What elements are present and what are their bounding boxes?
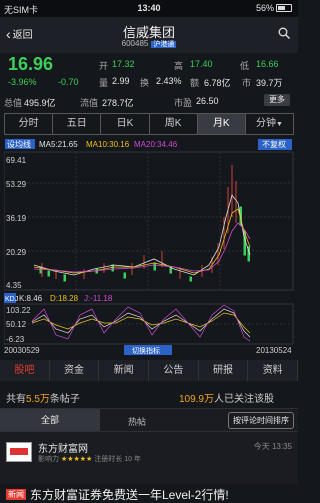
tab-research[interactable]: 研报 [199,360,249,381]
tab-weekly-k[interactable]: 周K [150,114,198,134]
pe-label: 市盈 [174,98,193,108]
post-author[interactable]: 东方财富网 [38,440,88,455]
ma5-label: MA5:21.65 [39,140,78,149]
j-value: J:-11.18 [84,294,113,303]
amount-label: 额 [190,78,200,88]
post-filter-bar: 全部 热帖 按评论时间排序 [0,408,298,432]
tab-monthly-k[interactable]: 月K [197,114,246,134]
attention-suffix: 人已关注该股 [214,394,274,405]
tab-minute[interactable]: 分钟▼ [246,114,293,134]
post-count-suffix: 条帖子 [49,394,80,405]
open-value: 17.32 [112,59,135,69]
y-tick-max: 69.41 [6,156,27,165]
post-count: 共有5.5万条帖子 [6,390,80,405]
avatar [6,442,32,462]
market-tag: 沪港通 [151,41,177,48]
battery-text: 56% [255,3,274,13]
clock: 13:40 [137,3,161,13]
ma20-label: MA20:34.46 [134,140,178,149]
post-count-value: 5.5万 [26,394,50,405]
tab-announcements[interactable]: 公告 [149,360,199,381]
news-badge: 新闻 [6,489,26,500]
pe-value: 26.50 [196,96,219,106]
filter-all[interactable]: 全部 [0,409,100,431]
total-cap-value: 495.9亿 [24,98,56,108]
set-ma-label: 设均线 [7,139,31,149]
date-end: 20130524 [256,346,292,355]
tab-news[interactable]: 新闻 [99,360,150,381]
kline-chart[interactable]: 设均线 MA5:21.65 MA10:30.16 MA20:34.46 不复权 … [4,137,294,355]
open-label: 开 [99,61,109,71]
attention-value: 109.9万 [178,394,214,405]
mkt-value: 39.7万 [256,78,283,88]
tab-intraday[interactable]: 分时 [5,114,54,134]
post-title[interactable]: 新闻 东方财富证券免费送一年Level-2行情! [6,486,229,503]
current-price: 16.96 [8,54,54,74]
date-start: 20030529 [4,346,40,355]
nav-bar: ‹ 返回 信威集团 600485 沪港通 [0,17,298,53]
turnover-value: 2.43% [156,76,182,86]
volratio-value: 2.99 [112,76,130,86]
high-value: 17.40 [190,59,213,69]
turnover-label: 换 [140,78,150,88]
status-bar: 无SIM卡 13:40 56% [0,0,298,17]
filter-hot[interactable]: 热帖 [128,415,146,428]
battery-icon [276,4,292,12]
search-icon[interactable] [278,27,290,39]
float-cap-label: 流值 [80,98,99,108]
ma10-label: MA10:30.16 [86,140,130,149]
attention-count: 109.9万人已关注该股 [179,390,274,405]
stock-code-row: 600485 沪港通 [0,39,298,49]
period-tabs: 分时 五日 日K 周K 月K 分钟▼ [4,113,294,135]
low-value: 16.66 [256,59,279,69]
volratio-label: 量 [99,78,109,88]
post-meta: 影响力 ★★★★★ 注册时长 10 年 [38,454,141,464]
low-label: 低 [240,61,250,71]
star-rating: ★★★★★ [60,456,93,463]
high-label: 高 [174,61,184,71]
k-value: K:8.46 [19,294,43,303]
change-pct: -3.96% [8,77,37,87]
grade-label: 影响力 [38,456,59,463]
kdj-label: KDJ [5,296,18,303]
post-count-prefix: 共有 [6,394,26,405]
tab-guba[interactable]: 股吧 [0,360,50,381]
total-cap-label: 总值 [4,98,23,108]
tab-daily-k[interactable]: 日K [101,114,150,134]
y-tick-3: 20.29 [6,248,27,257]
change-value: -0.70 [58,77,79,87]
register-age: 注册时长 10 年 [94,456,141,463]
y-tick-2: 36.19 [6,214,27,223]
y-tick-1: 53.29 [6,180,27,189]
content-tabs: 股吧 资金 新闻 公告 研报 资料 [0,360,299,381]
d-value: D:18.28 [50,294,79,303]
chevron-down-icon: ▼ [275,121,283,128]
kdj-tick-bot: -6.23 [6,335,25,344]
toggle-indicator-label: 切换指标 [132,346,160,355]
post-item[interactable]: 东方财富网 影响力 ★★★★★ 注册时长 10 年 今天 13:35 [0,432,298,484]
kdj-tick-top: 103.22 [6,306,31,315]
kdj-tick-mid: 50.12 [6,320,27,329]
amount-value: 6.78亿 [204,78,231,88]
battery: 56% [256,3,292,13]
y-tick-min: 4.35 [6,281,22,290]
no-adjust-label: 不复权 [262,139,286,149]
sort-button[interactable]: 按评论时间排序 [228,412,294,429]
mkt-label: 市 [242,78,252,88]
tab-profile[interactable]: 资料 [248,360,299,381]
stock-code: 600485 [121,39,149,48]
more-button[interactable]: 更多 [264,94,290,106]
tab-five-day[interactable]: 五日 [53,114,102,134]
post-time: 今天 13:35 [253,442,292,451]
tab-funds[interactable]: 资金 [50,360,100,381]
tab-minute-label: 分钟 [255,118,276,129]
float-cap-value: 278.7亿 [102,98,134,108]
